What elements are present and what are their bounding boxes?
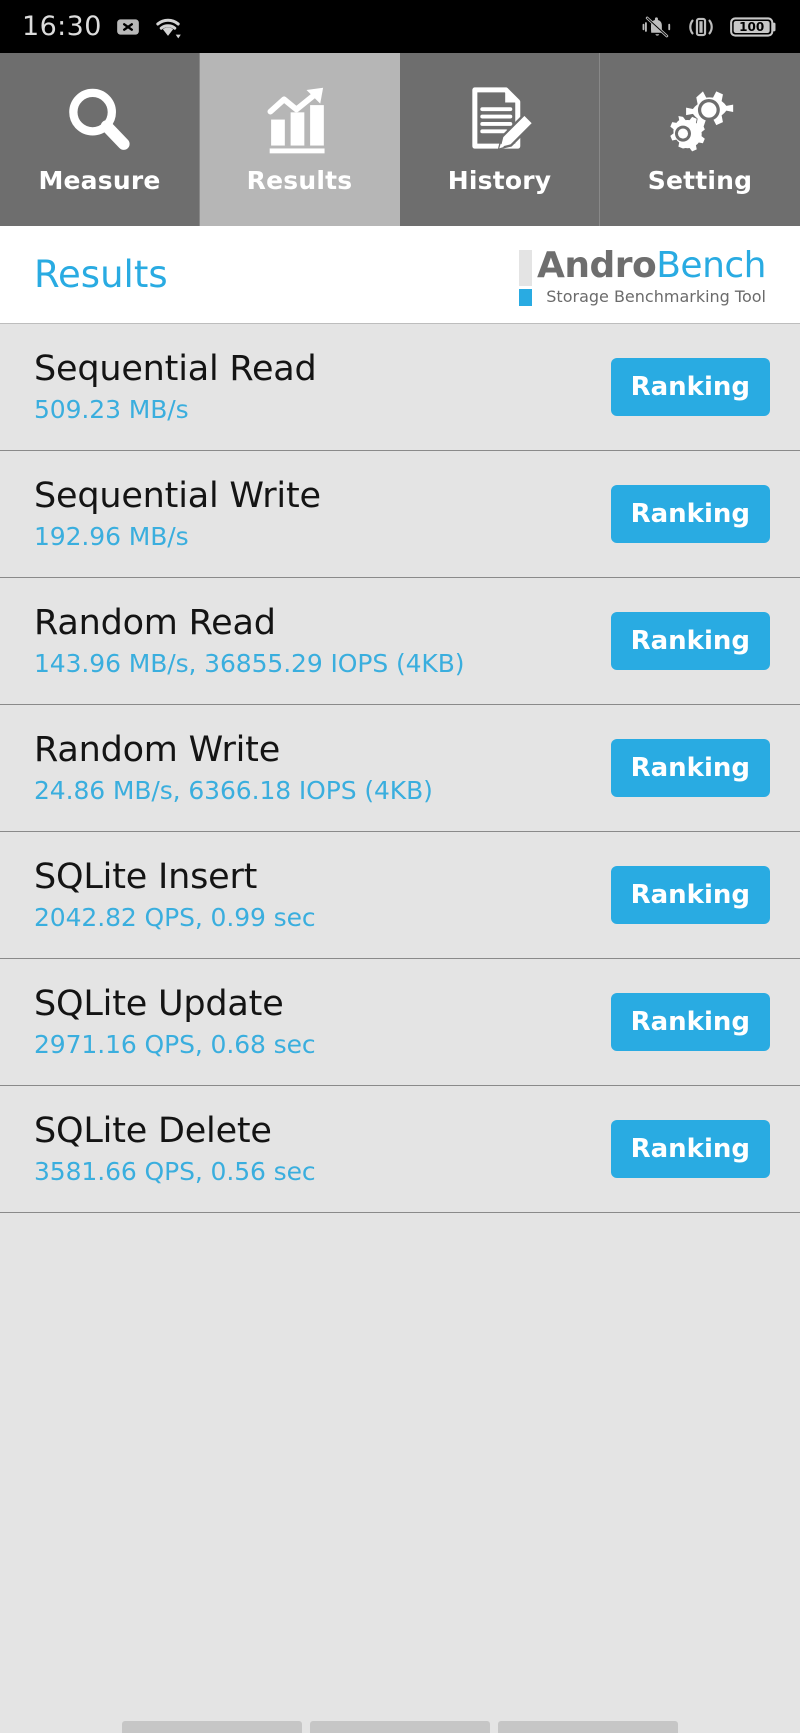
ranking-button[interactable]: Ranking (610, 357, 770, 416)
tab-bar: Measure Results History Setting (0, 53, 800, 227)
bar-chart-arrow-icon (261, 84, 339, 158)
tab-label-setting: Setting (647, 166, 753, 196)
page-title: Results (34, 253, 168, 297)
bell-muted-icon (642, 14, 672, 40)
result-value: 509.23 MB/s (34, 394, 189, 424)
status-clock: 16:30 (22, 11, 102, 43)
status-bar-left: 16:30 (22, 11, 182, 42)
phone-screen: 16:30 100 Measure Results History Settin… (0, 0, 800, 1733)
gears-icon (661, 84, 739, 158)
vibrate-icon (686, 14, 716, 40)
result-texts: SQLite Delete 3581.66 QPS, 0.56 sec (34, 1111, 611, 1187)
sdcard-off-icon (115, 14, 141, 40)
logo-bars-icon (518, 246, 532, 307)
tab-measure[interactable]: Measure (0, 53, 200, 227)
table-row[interactable]: Random Read 143.96 MB/s, 36855.29 IOPS (… (0, 577, 800, 705)
result-title: SQLite Delete (34, 1110, 272, 1151)
result-title: Random Read (34, 602, 276, 643)
battery-icon: 100 (730, 14, 778, 40)
ranking-button[interactable]: Ranking (610, 1119, 770, 1178)
system-navigation-bar (0, 1684, 800, 1733)
logo-bench: Bench (656, 245, 766, 287)
nav-back-button[interactable] (122, 1720, 302, 1733)
ranking-button[interactable]: Ranking (610, 865, 770, 924)
magnifier-icon (61, 84, 139, 158)
result-texts: SQLite Insert 2042.82 QPS, 0.99 sec (34, 857, 611, 933)
nav-recents-button[interactable] (498, 1720, 678, 1733)
results-list: Sequential Read 509.23 MB/s Ranking Sequ… (0, 323, 800, 1685)
status-bar: 16:30 100 (0, 0, 800, 54)
result-value: 2042.82 QPS, 0.99 sec (34, 902, 316, 932)
result-title: Sequential Read (34, 348, 317, 389)
result-value: 24.86 MB/s, 6366.18 IOPS (4KB) (34, 775, 433, 805)
androbench-logo: AndroBench Storage Benchmarking Tool (518, 242, 767, 307)
table-row[interactable]: Sequential Read 509.23 MB/s Ranking (0, 323, 800, 451)
logo-text: AndroBench Storage Benchmarking Tool (536, 245, 767, 307)
table-row[interactable]: Sequential Write 192.96 MB/s Ranking (0, 450, 800, 578)
nav-home-button[interactable] (310, 1720, 490, 1733)
logo-wordmark: AndroBench (536, 245, 767, 287)
tab-label-results: Results (246, 166, 353, 196)
tab-history[interactable]: History (400, 53, 600, 227)
tab-label-history: History (447, 166, 552, 196)
document-pencil-icon (461, 84, 539, 158)
result-value: 143.96 MB/s, 36855.29 IOPS (4KB) (34, 648, 465, 678)
result-value: 2971.16 QPS, 0.68 sec (34, 1029, 316, 1059)
tab-label-measure: Measure (38, 166, 161, 196)
tab-results[interactable]: Results (200, 53, 400, 227)
result-texts: Sequential Write 192.96 MB/s (34, 476, 611, 552)
result-value: 3581.66 QPS, 0.56 sec (34, 1156, 316, 1186)
svg-text:100: 100 (739, 20, 764, 34)
page-header: Results AndroBench Storage Benchmarking … (0, 226, 800, 324)
result-texts: Random Write 24.86 MB/s, 6366.18 IOPS (4… (34, 730, 611, 806)
result-title: SQLite Insert (34, 856, 258, 897)
logo-andro: Andro (536, 245, 657, 287)
result-texts: Sequential Read 509.23 MB/s (34, 349, 611, 425)
ranking-button[interactable]: Ranking (610, 738, 770, 797)
result-title: Random Write (34, 729, 281, 770)
result-texts: SQLite Update 2971.16 QPS, 0.68 sec (34, 984, 611, 1060)
ranking-button[interactable]: Ranking (610, 992, 770, 1051)
table-row[interactable]: SQLite Delete 3581.66 QPS, 0.56 sec Rank… (0, 1085, 800, 1213)
ranking-button[interactable]: Ranking (610, 484, 770, 543)
tab-setting[interactable]: Setting (600, 53, 800, 227)
table-row[interactable]: SQLite Update 2971.16 QPS, 0.68 sec Rank… (0, 958, 800, 1086)
ranking-button[interactable]: Ranking (610, 611, 770, 670)
result-texts: Random Read 143.96 MB/s, 36855.29 IOPS (… (34, 603, 611, 679)
status-bar-right: 100 (642, 14, 778, 40)
table-row[interactable]: Random Write 24.86 MB/s, 6366.18 IOPS (4… (0, 704, 800, 832)
result-title: Sequential Write (34, 475, 321, 516)
logo-subtitle: Storage Benchmarking Tool (546, 287, 766, 307)
result-value: 192.96 MB/s (34, 521, 189, 551)
table-row[interactable]: SQLite Insert 2042.82 QPS, 0.99 sec Rank… (0, 831, 800, 959)
result-title: SQLite Update (34, 983, 284, 1024)
wifi-icon (154, 14, 182, 40)
